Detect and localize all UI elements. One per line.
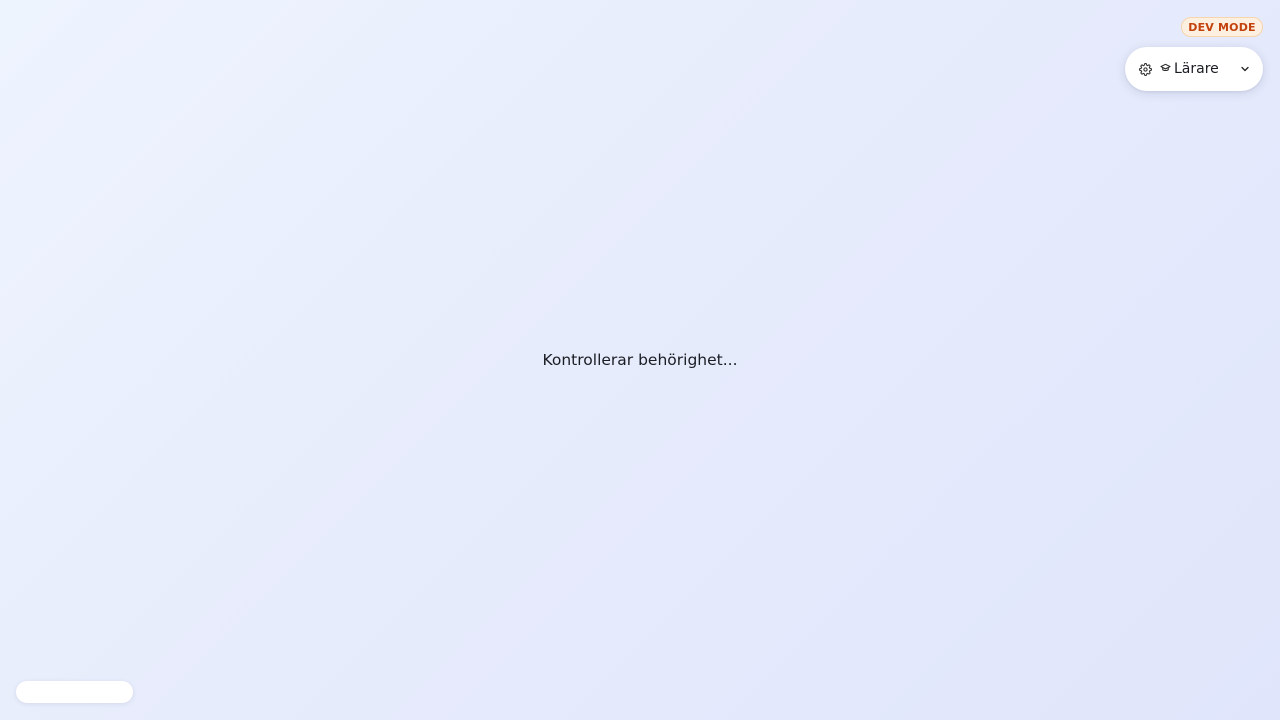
role-label: Lärare [1174, 61, 1219, 77]
role-switcher-dropdown[interactable]: Lärare [1125, 47, 1263, 91]
dev-mode-badge: DEV MODE [1181, 17, 1263, 37]
gear-icon [1138, 62, 1152, 76]
floating-pill[interactable] [16, 681, 133, 703]
graduation-cap-icon [1160, 62, 1171, 76]
chevron-down-icon [1239, 63, 1251, 75]
loading-status-text: Kontrollerar behörighet... [542, 351, 738, 369]
